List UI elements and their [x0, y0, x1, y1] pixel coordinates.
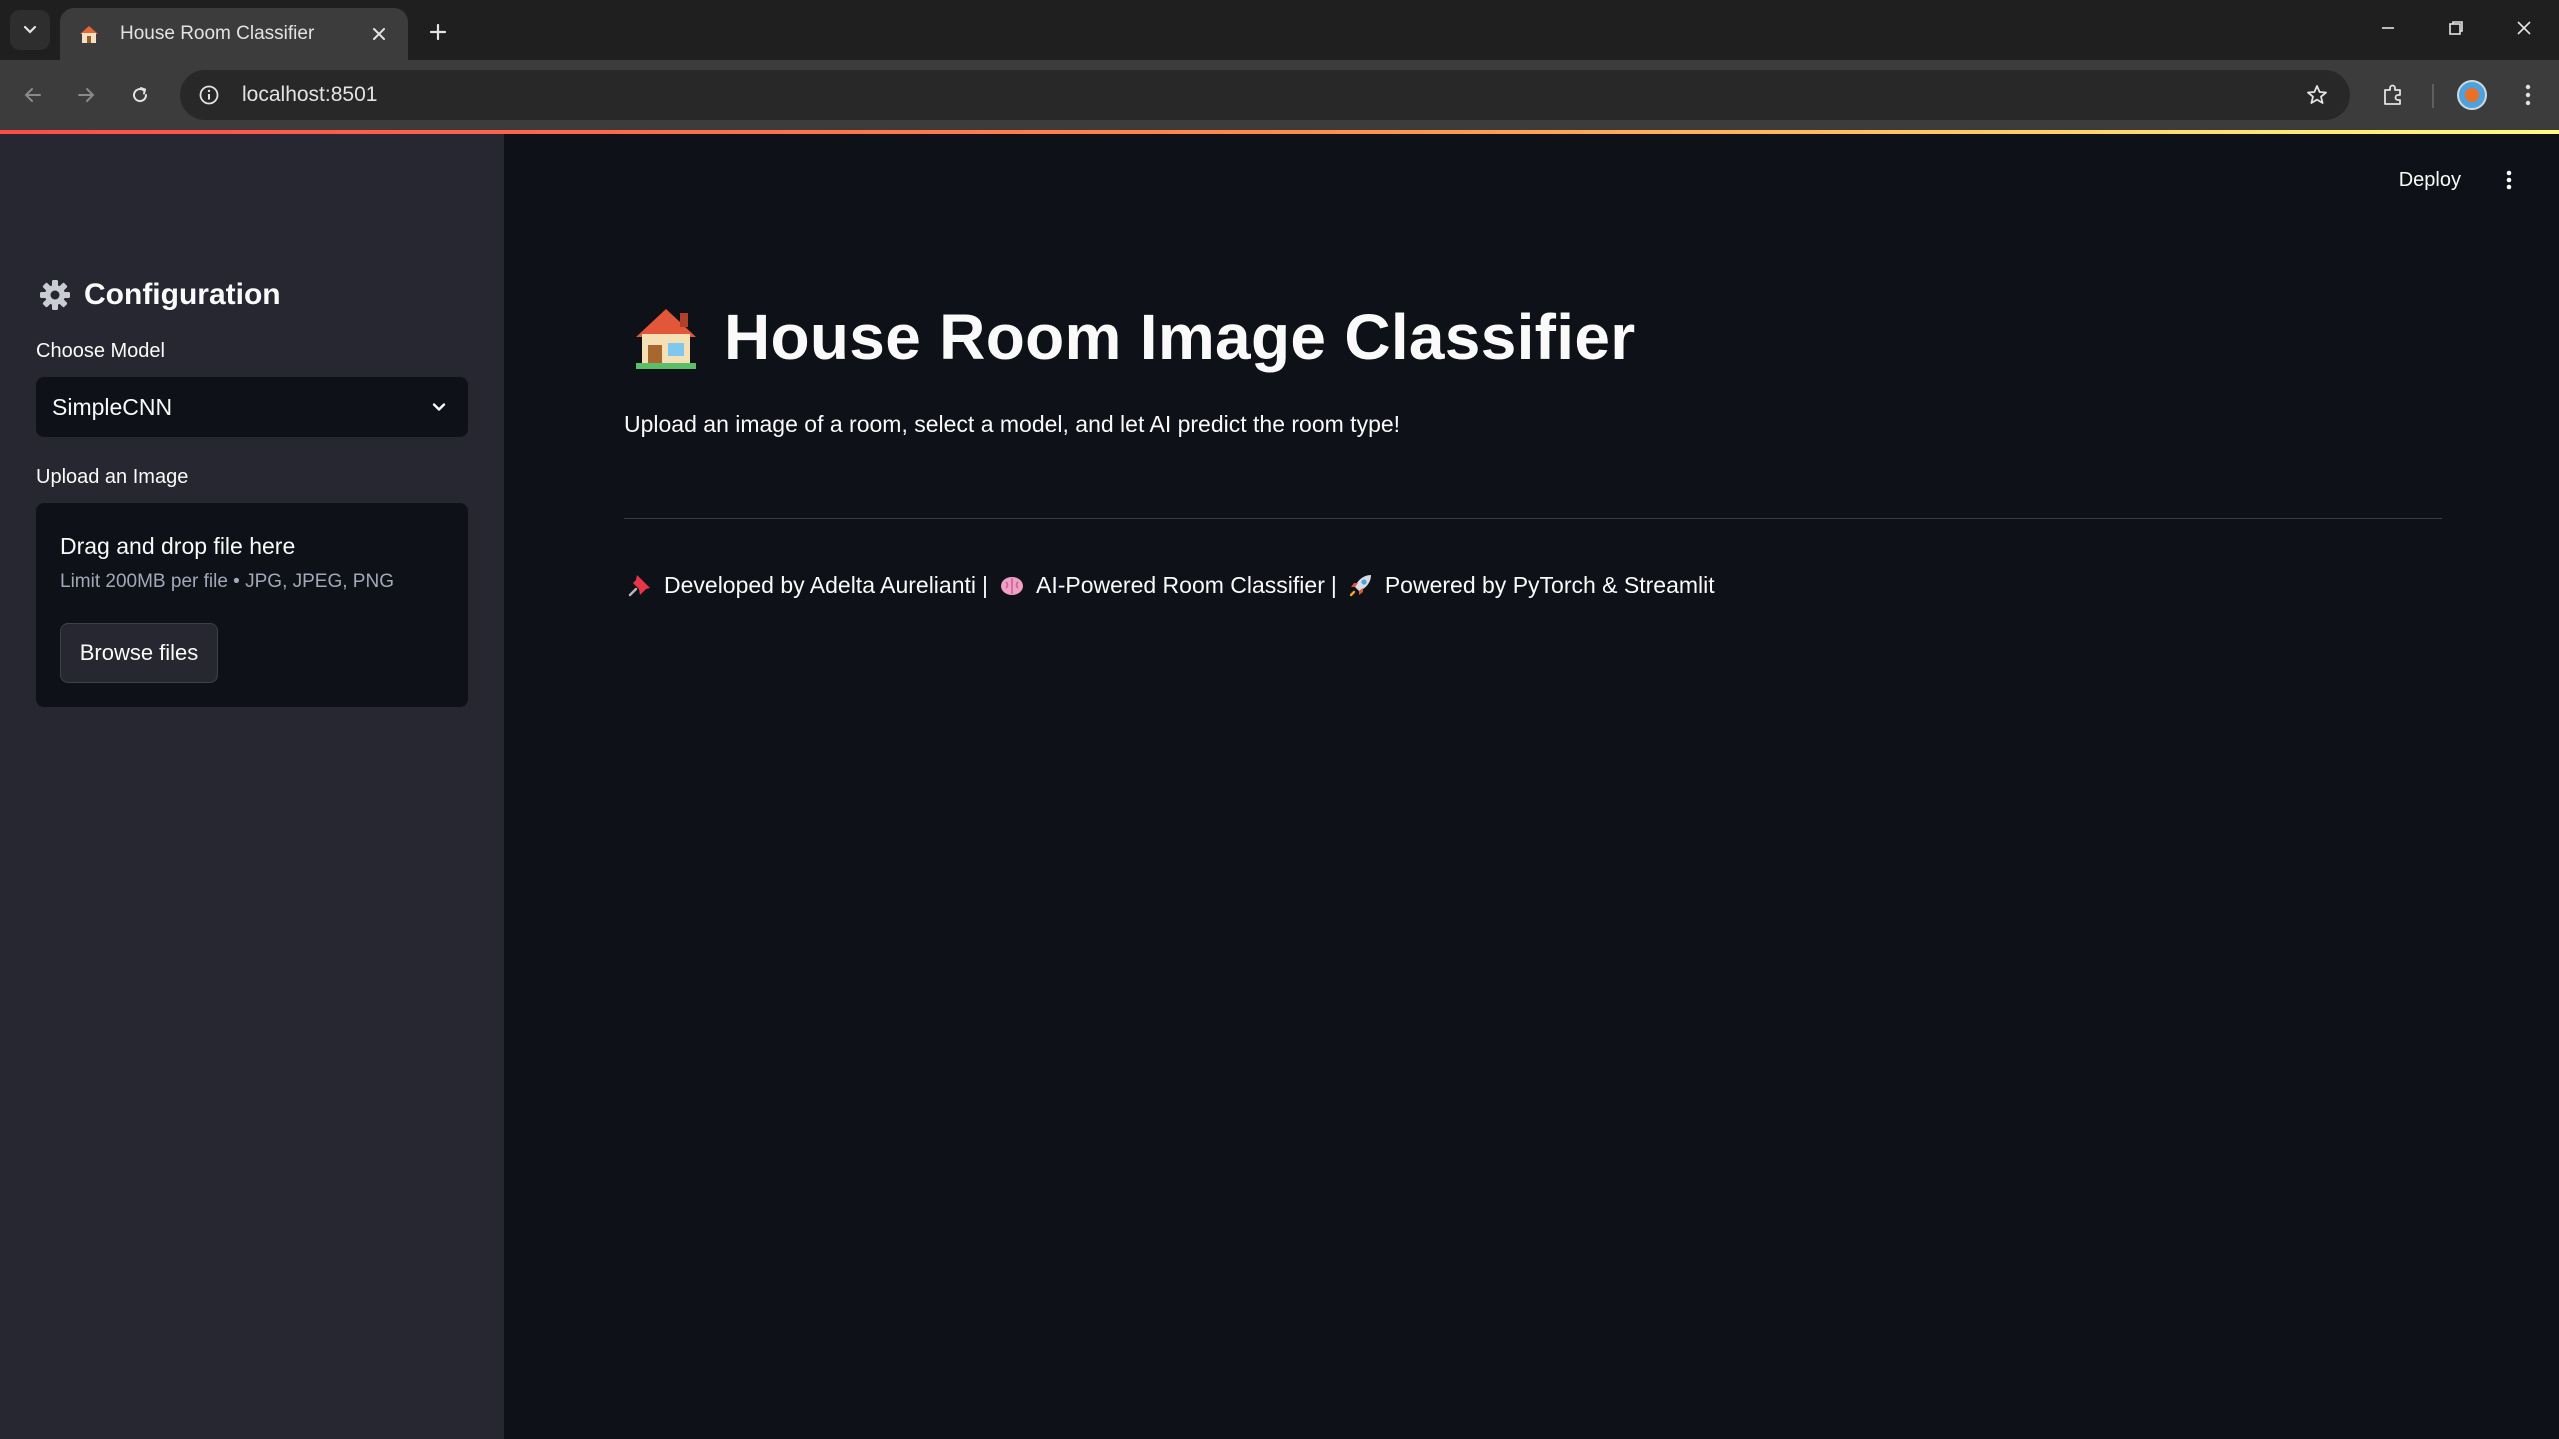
model-select-label: Choose Model	[36, 340, 165, 362]
reload-button[interactable]	[118, 73, 162, 117]
back-button[interactable]	[11, 73, 55, 117]
minimize-button[interactable]	[2356, 6, 2420, 50]
dropzone-limits: Limit 200MB per file • JPG, JPEG, PNG	[60, 571, 394, 592]
file-dropzone[interactable]: Drag and drop file here Limit 200MB per …	[36, 503, 468, 707]
browser-toolbar: localhost:8501	[0, 60, 2559, 130]
chevron-down-icon	[23, 25, 37, 34]
close-tab-icon[interactable]	[366, 21, 392, 47]
minimize-icon	[2382, 27, 2394, 29]
restore-button[interactable]	[2424, 6, 2488, 50]
arrow-right-icon	[78, 88, 95, 102]
restore-icon	[2449, 21, 2463, 35]
more-vertical-icon	[2506, 170, 2512, 190]
rocket-icon	[1347, 571, 1375, 599]
extensions-button[interactable]	[2373, 75, 2413, 115]
browser-tab[interactable]: House Room Classifier	[60, 8, 408, 60]
profile-button[interactable]	[2452, 75, 2492, 115]
upload-label: Upload an Image	[36, 466, 189, 488]
page-subtitle: Upload an image of a room, select a mode…	[624, 411, 1401, 437]
divider	[624, 518, 2442, 519]
footer-separator: |	[1330, 571, 1337, 598]
footer-credits: Developed by Adelta Aurelianti | AI-Powe…	[624, 571, 1715, 599]
deploy-button[interactable]: Deploy	[2399, 169, 2461, 192]
footer-separator: |	[982, 571, 988, 598]
toolbar-divider	[2432, 84, 2434, 108]
close-icon	[2517, 21, 2531, 35]
browse-files-button[interactable]: Browse files	[60, 623, 218, 683]
site-info-icon[interactable]	[194, 80, 224, 110]
puzzle-icon	[2384, 84, 2401, 105]
dropzone-title: Drag and drop file here	[60, 533, 296, 559]
brain-icon	[998, 571, 1026, 599]
reload-icon	[133, 87, 148, 103]
model-select[interactable]: SimpleCNN	[36, 377, 468, 437]
app-header-actions: Deploy	[2399, 165, 2519, 195]
close-window-button[interactable]	[2492, 6, 2556, 50]
browser-menu-button[interactable]	[2508, 75, 2548, 115]
avatar	[2457, 80, 2487, 110]
new-tab-button[interactable]	[420, 14, 456, 50]
footer-developer: Developed by Adelta Aurelianti	[664, 571, 976, 598]
house-icon	[636, 309, 696, 369]
address-bar[interactable]: localhost:8501	[180, 70, 2350, 120]
forward-button[interactable]	[64, 73, 108, 117]
more-vertical-icon	[2525, 84, 2531, 106]
url-text: localhost:8501	[242, 83, 378, 106]
arrow-left-icon	[24, 88, 41, 102]
browser-tabstrip: House Room Classifier	[0, 0, 2559, 60]
plus-icon	[429, 23, 447, 41]
footer-classifier: AI-Powered Room Classifier	[1035, 571, 1325, 598]
model-select-value: SimpleCNN	[52, 393, 173, 420]
page-title-text: House Room Image Classifier	[724, 301, 1636, 373]
tab-search-button[interactable]	[10, 10, 50, 50]
sidebar: Configuration Choose Model SimpleCNN Upl…	[0, 134, 504, 1439]
tab-title: House Room Classifier	[120, 23, 315, 44]
sidebar-title: Configuration	[84, 278, 281, 311]
main-menu-button[interactable]	[2499, 165, 2519, 195]
sidebar-header: Configuration	[36, 276, 281, 314]
page-title: House Room Image Classifier	[630, 300, 1635, 374]
gear-icon	[36, 276, 74, 314]
bookmark-star-icon[interactable]	[2302, 80, 2332, 110]
pushpin-icon	[626, 571, 654, 599]
chevron-down-icon	[426, 394, 452, 420]
house-favicon-icon	[76, 21, 102, 47]
footer-powered-by: Powered by PyTorch & Streamlit	[1384, 571, 1715, 598]
